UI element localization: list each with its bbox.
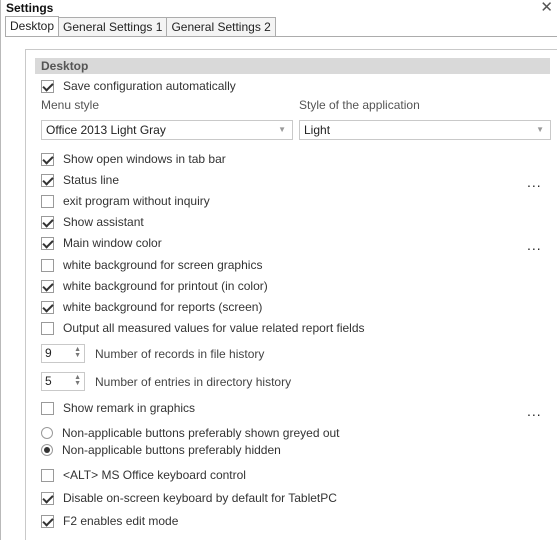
show-remark-label: Show remark in graphics [63, 401, 196, 415]
app-style-value: Light [304, 123, 331, 137]
chevron-down-icon[interactable]: ▼ [536, 121, 544, 139]
tab-desktop[interactable]: Desktop [5, 16, 60, 36]
show-remark-more-button[interactable]: ... [527, 403, 542, 419]
file-history-spinner[interactable]: 9 ▲ ▼ [41, 344, 85, 363]
option-row[interactable]: Disable on-screen keyboard by default fo… [41, 490, 337, 506]
option-checkbox[interactable] [41, 468, 54, 482]
save-config-checkbox[interactable] [41, 79, 54, 93]
tab-general-settings-1[interactable]: General Settings 1 [58, 17, 168, 36]
radio-button[interactable] [41, 427, 53, 439]
option-row[interactable]: white background for reports (screen) [41, 299, 262, 315]
dir-history-value: 5 [45, 374, 52, 388]
option-checkbox[interactable] [41, 491, 54, 505]
chevron-down-icon[interactable]: ▼ [278, 121, 286, 139]
option-row[interactable]: Status line [41, 172, 119, 188]
menu-style-select[interactable]: Office 2013 Light Gray ▼ [41, 120, 293, 140]
option-row[interactable]: Show assistant [41, 214, 144, 230]
dir-history-spinner[interactable]: 5 ▲ ▼ [41, 372, 85, 391]
option-checkbox[interactable] [41, 236, 54, 250]
option-row[interactable]: F2 enables edit mode [41, 513, 178, 529]
option-label: white background for reports (screen) [63, 300, 263, 314]
app-style-select[interactable]: Light ▼ [299, 120, 551, 140]
option-checkbox[interactable] [41, 321, 54, 335]
option-label: Main window color [63, 236, 162, 250]
show-remark-row[interactable]: Show remark in graphics [41, 400, 195, 416]
dir-history-label: Number of entries in directory history [95, 375, 292, 389]
option-label: exit program without inquiry [63, 194, 210, 208]
radio-label: Non-applicable buttons preferably hidden [62, 443, 281, 457]
main-window-color-more-button[interactable]: ... [527, 237, 542, 253]
option-label: Output all measured values for value rel… [63, 321, 365, 335]
radio-button[interactable] [41, 444, 53, 456]
option-checkbox[interactable] [41, 279, 54, 293]
file-history-value: 9 [45, 346, 52, 360]
option-row[interactable]: white background for printout (in color) [41, 278, 268, 294]
radio-label: Non-applicable buttons preferably shown … [62, 426, 340, 440]
option-row[interactable]: <ALT> MS Office keyboard control [41, 467, 246, 483]
file-history-label: Number of records in file history [95, 347, 265, 361]
menu-style-value: Office 2013 Light Gray [46, 123, 166, 137]
option-checkbox[interactable] [41, 173, 54, 187]
close-icon[interactable]: ✕ [540, 0, 553, 16]
option-checkbox[interactable] [41, 300, 54, 314]
app-style-label: Style of the application [299, 98, 420, 112]
option-label: white background for printout (in color) [63, 279, 268, 293]
option-row[interactable]: Output all measured values for value rel… [41, 320, 365, 336]
option-row[interactable]: Main window color [41, 235, 162, 251]
option-label: Show assistant [63, 215, 144, 229]
group-header-desktop: Desktop [35, 58, 550, 74]
option-label: Status line [63, 173, 120, 187]
option-checkbox[interactable] [41, 215, 54, 229]
tab-bar: Desktop General Settings 1 General Setti… [5, 16, 276, 36]
option-label: <ALT> MS Office keyboard control [63, 468, 246, 482]
spin-arrows-icon[interactable]: ▲ ▼ [74, 346, 81, 359]
option-label: Disable on-screen keyboard by default fo… [63, 491, 337, 505]
tab-general-settings-2[interactable]: General Settings 2 [166, 17, 276, 36]
option-row[interactable]: white background for screen graphics [41, 257, 262, 273]
option-row[interactable]: exit program without inquiry [41, 193, 210, 209]
radio-row[interactable]: Non-applicable buttons preferably shown … [41, 425, 340, 441]
tab-divider [5, 36, 557, 37]
option-checkbox[interactable] [41, 514, 54, 528]
window-title: Settings [6, 1, 54, 15]
option-label: F2 enables edit mode [63, 514, 179, 528]
spin-arrows-icon[interactable]: ▲ ▼ [74, 374, 81, 387]
radio-row[interactable]: Non-applicable buttons preferably hidden [41, 442, 281, 458]
option-checkbox[interactable] [41, 258, 54, 272]
settings-window: Settings ✕ Desktop General Settings 1 Ge… [0, 0, 557, 540]
menu-style-label: Menu style [41, 98, 100, 112]
option-label: white background for screen graphics [63, 258, 263, 272]
save-config-row[interactable]: Save configuration automatically [41, 78, 236, 94]
option-label: Show open windows in tab bar [63, 152, 226, 166]
option-checkbox[interactable] [41, 152, 54, 166]
status-line-more-button[interactable]: ... [527, 174, 542, 190]
show-remark-checkbox[interactable] [41, 401, 54, 415]
option-checkbox[interactable] [41, 194, 54, 208]
save-config-label: Save configuration automatically [63, 79, 236, 93]
option-row[interactable]: Show open windows in tab bar [41, 151, 226, 167]
